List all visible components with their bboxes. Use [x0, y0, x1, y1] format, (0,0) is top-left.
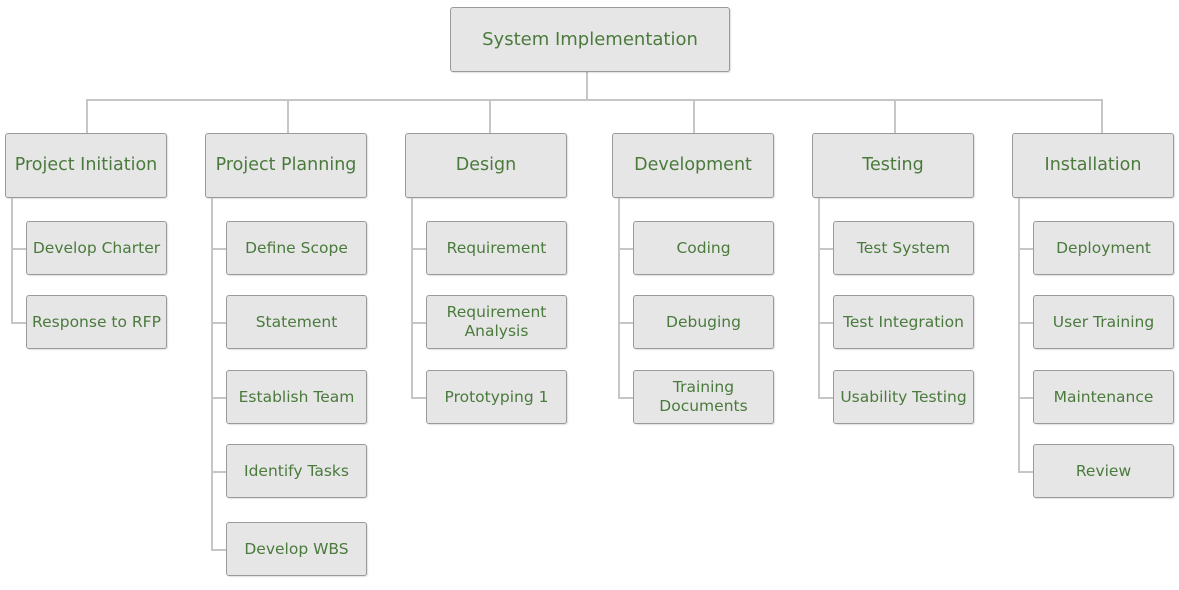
task-spine-connector — [818, 198, 820, 398]
task-branch-connector — [211, 471, 226, 473]
task-label: Define Scope — [245, 238, 348, 257]
task-node[interactable]: Define Scope — [226, 221, 367, 275]
task-branch-connector — [618, 322, 633, 324]
task-node[interactable]: Test Integration — [833, 295, 974, 349]
task-label: Test Integration — [843, 312, 964, 331]
task-label: Response to RFP — [32, 312, 161, 331]
phase-node[interactable]: Development — [612, 133, 774, 198]
task-branch-connector — [411, 322, 426, 324]
task-branch-connector — [818, 397, 833, 399]
task-label: Statement — [255, 312, 338, 331]
task-node[interactable]: Maintenance — [1033, 370, 1174, 424]
root-node[interactable]: System Implementation — [450, 7, 730, 72]
task-label: Coding — [676, 238, 731, 257]
phase-label: Design — [455, 155, 517, 175]
task-spine-connector — [618, 198, 620, 398]
task-label: Develop WBS — [244, 539, 349, 558]
task-node[interactable]: Debuging — [633, 295, 774, 349]
task-label: Prototyping 1 — [444, 387, 549, 406]
phase-node[interactable]: Project Planning — [205, 133, 367, 198]
task-node[interactable]: User Training — [1033, 295, 1174, 349]
task-label: Identify Tasks — [244, 461, 349, 480]
task-spine-connector — [211, 198, 213, 550]
task-label: Maintenance — [1053, 387, 1154, 406]
task-node[interactable]: Requirement Analysis — [426, 295, 567, 349]
phase-drop-connector — [1101, 100, 1103, 133]
root-connector — [586, 72, 588, 100]
phase-drop-connector — [693, 100, 695, 133]
task-branch-connector — [818, 322, 833, 324]
phase-label: Development — [634, 155, 752, 175]
task-node[interactable]: Develop WBS — [226, 522, 367, 576]
task-label: User Training — [1052, 312, 1155, 331]
task-label: Establish Team — [238, 387, 355, 406]
task-branch-connector — [818, 248, 833, 250]
task-node[interactable]: Establish Team — [226, 370, 367, 424]
task-node[interactable]: Prototyping 1 — [426, 370, 567, 424]
task-label: Test System — [856, 238, 951, 257]
task-label: Review — [1075, 461, 1132, 480]
phase-node[interactable]: Design — [405, 133, 567, 198]
task-node[interactable]: Identify Tasks — [226, 444, 367, 498]
task-branch-connector — [1018, 471, 1033, 473]
task-branch-connector — [211, 397, 226, 399]
phase-label: Project Initiation — [14, 155, 158, 175]
task-label: Requirement — [446, 238, 547, 257]
task-label: Debuging — [666, 312, 741, 331]
task-node[interactable]: Statement — [226, 295, 367, 349]
task-branch-connector — [1018, 248, 1033, 250]
phase-drop-connector — [86, 100, 88, 133]
task-node[interactable]: Training Documents — [633, 370, 774, 424]
phase-bus — [86, 99, 1103, 101]
phase-drop-connector — [287, 100, 289, 133]
task-node[interactable]: Requirement — [426, 221, 567, 275]
task-node[interactable]: Test System — [833, 221, 974, 275]
root-label: System Implementation — [482, 28, 698, 50]
task-node[interactable]: Response to RFP — [26, 295, 167, 349]
task-label: Usability Testing — [840, 387, 967, 406]
task-branch-connector — [618, 397, 633, 399]
phase-label: Testing — [862, 155, 924, 175]
task-branch-connector — [211, 549, 226, 551]
task-branch-connector — [1018, 322, 1033, 324]
phase-node[interactable]: Installation — [1012, 133, 1174, 198]
phase-node[interactable]: Project Initiation — [5, 133, 167, 198]
task-branch-connector — [211, 248, 226, 250]
task-node[interactable]: Usability Testing — [833, 370, 974, 424]
phase-drop-connector — [894, 100, 896, 133]
task-label: Deployment — [1056, 238, 1151, 257]
task-node[interactable]: Coding — [633, 221, 774, 275]
task-branch-connector — [11, 248, 26, 250]
task-branch-connector — [411, 248, 426, 250]
task-branch-connector — [411, 397, 426, 399]
task-branch-connector — [11, 322, 26, 324]
phase-node[interactable]: Testing — [812, 133, 974, 198]
task-branch-connector — [211, 322, 226, 324]
task-spine-connector — [411, 198, 413, 398]
task-label: Training Documents — [659, 378, 748, 415]
phase-label: Project Planning — [215, 155, 357, 175]
task-node[interactable]: Develop Charter — [26, 221, 167, 275]
task-spine-connector — [11, 198, 13, 323]
task-node[interactable]: Review — [1033, 444, 1174, 498]
task-label: Develop Charter — [32, 238, 161, 257]
task-branch-connector — [1018, 397, 1033, 399]
phase-label: Installation — [1044, 155, 1142, 175]
task-spine-connector — [1018, 198, 1020, 472]
phase-drop-connector — [489, 100, 491, 133]
task-node[interactable]: Deployment — [1033, 221, 1174, 275]
task-branch-connector — [618, 248, 633, 250]
task-label: Requirement Analysis — [446, 303, 547, 340]
